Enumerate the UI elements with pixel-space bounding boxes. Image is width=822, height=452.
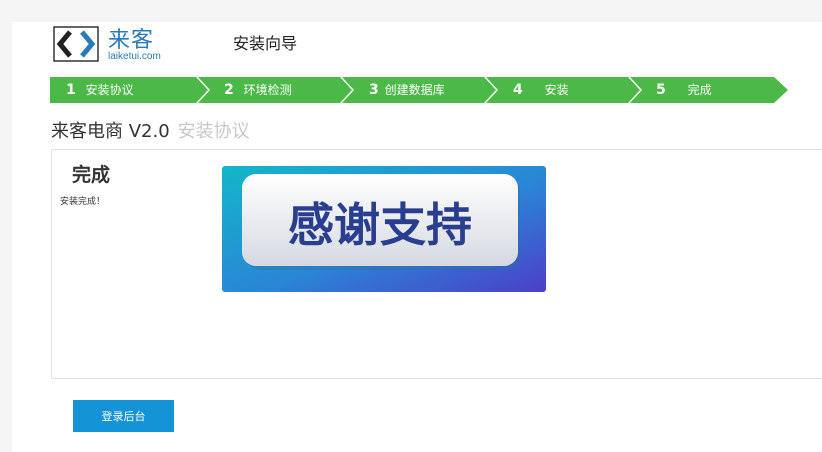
step-5-label: 完成 bbox=[687, 83, 712, 97]
thanks-banner-image: 感谢支持 bbox=[222, 166, 546, 292]
step-3-label: 创建数据库 bbox=[384, 83, 445, 97]
panel-title: 完成 bbox=[72, 164, 111, 186]
step-4-label: 安装 bbox=[544, 83, 569, 97]
step-1: 1 安装协议 bbox=[66, 82, 134, 98]
step-2-label: 环境检测 bbox=[243, 83, 292, 97]
step-3: 3 创建数据库 bbox=[369, 82, 445, 98]
logo-text-en: laiketui.com bbox=[108, 51, 161, 62]
install-complete-message: 安装完成！ bbox=[60, 197, 106, 207]
step-5: 5 完成 bbox=[656, 82, 712, 98]
install-steps-bar: 1 安装协议 2 环境检测 3 创建数据库 4 安装 5 完成 bbox=[50, 77, 788, 103]
laiketui-logo: 来客 laiketui.com bbox=[52, 24, 182, 64]
product-name: 来客电商 V2.0 bbox=[51, 121, 170, 142]
thanks-banner-graphic: 感谢支持 bbox=[222, 166, 546, 292]
step-4: 4 安装 bbox=[513, 82, 569, 98]
step-1-label: 安装协议 bbox=[85, 83, 134, 97]
logo-text-cn: 来客 bbox=[108, 28, 155, 53]
content-panel: 完成 安装完成！ 感谢支持 bbox=[51, 149, 822, 379]
step-2: 2 环境检测 bbox=[224, 82, 292, 98]
logo-mark-icon bbox=[53, 26, 99, 62]
install-page: 来客 laiketui.com 安装向导 1 安装协议 2 环境检测 3 创建数… bbox=[12, 22, 822, 452]
login-admin-button[interactable]: 登录后台 bbox=[73, 400, 174, 432]
product-subtitle: 安装协议 bbox=[177, 121, 250, 142]
product-title: 来客电商 V2.0 安装协议 bbox=[51, 117, 250, 143]
banner-text: 感谢支持 bbox=[288, 198, 472, 252]
wizard-title: 安装向导 bbox=[233, 34, 298, 53]
